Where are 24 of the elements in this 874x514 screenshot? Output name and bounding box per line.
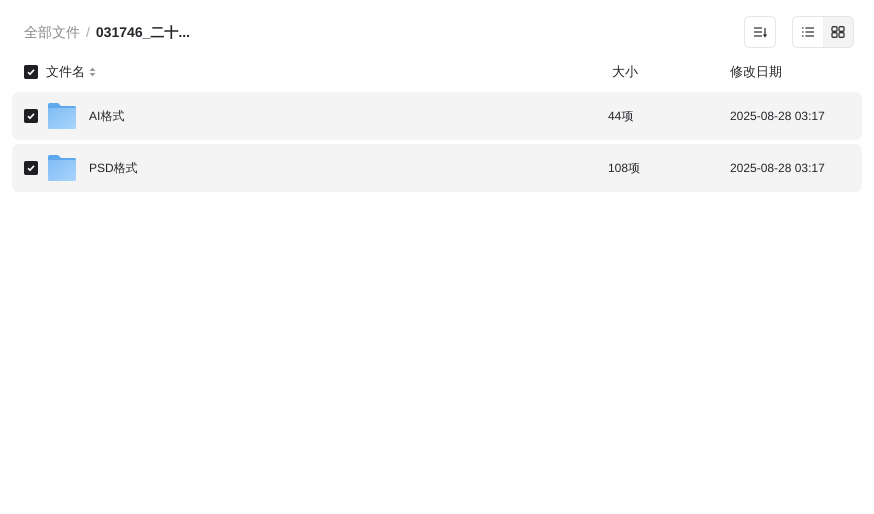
modified-date: 2025-08-28 03:17 [730,109,825,123]
item-count: 108项 [608,161,640,175]
checkbox[interactable] [24,109,38,123]
breadcrumb-item: 031746_二十... [96,22,190,42]
folder-row[interactable]: PSD格式 108项 2025-08-28 03:17 [12,144,862,192]
list-view-button[interactable] [793,17,823,47]
sort-button[interactable] [744,16,776,48]
modified-date: 2025-08-28 03:17 [730,161,825,175]
checkbox[interactable] [24,161,38,175]
folder-row[interactable]: AI格式 44项 2025-08-28 03:17 [12,92,862,140]
column-header[interactable]: 文件名 [46,62,96,82]
folder-icon [47,154,77,182]
column-header: 修改日期 [730,63,783,82]
sort-icon [89,67,96,77]
file-name: PSD格式 [89,160,138,177]
checkbox[interactable] [24,65,38,79]
column-header: 大小 [612,63,639,82]
sort-icon [753,26,767,38]
breadcrumb-separator: / [86,22,90,42]
grid-icon [831,26,845,38]
file-name: AI格式 [89,108,124,125]
list-icon [801,26,815,38]
item-count: 44项 [608,109,634,123]
folder-icon [47,102,77,130]
